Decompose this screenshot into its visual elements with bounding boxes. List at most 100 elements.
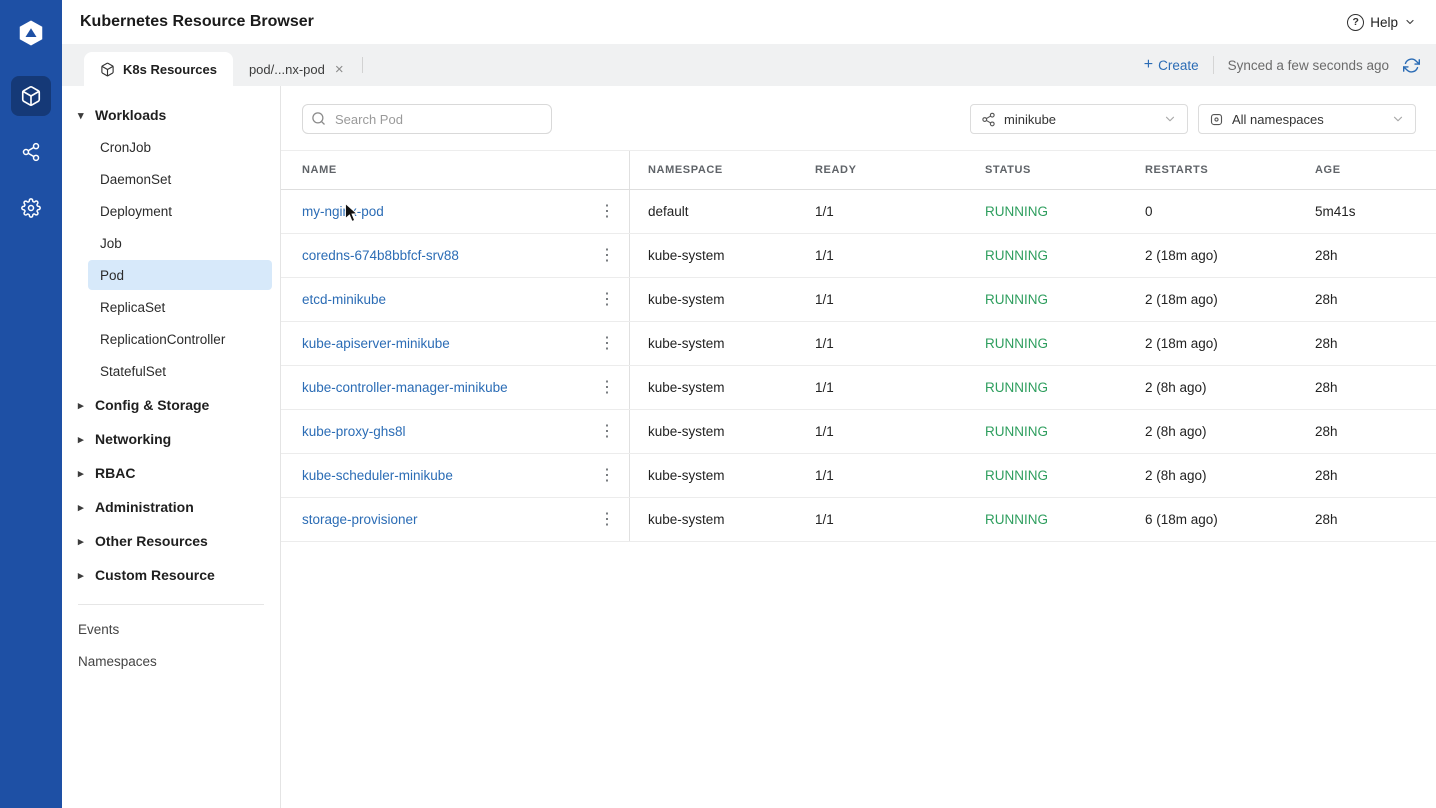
- tab-label: K8s Resources: [123, 62, 217, 77]
- sidebar-section-workloads[interactable]: ▾Workloads: [62, 98, 280, 132]
- chevron-down-icon: [1404, 16, 1416, 28]
- sidebar-section-networking[interactable]: ▸Networking: [62, 422, 280, 456]
- sidebar-item-replicationcontroller[interactable]: ReplicationController: [88, 324, 272, 354]
- rail-nav: [11, 76, 51, 228]
- cell-namespace: kube-system: [630, 366, 797, 409]
- search-box: [302, 104, 552, 134]
- column-header-status[interactable]: STATUS: [967, 151, 1127, 189]
- cell-namespace: kube-system: [630, 234, 797, 277]
- chevron-down-icon: [1391, 112, 1405, 126]
- cell-ready: 1/1: [797, 234, 967, 277]
- cell-status: RUNNING: [967, 410, 1127, 453]
- rail-item-clusters[interactable]: [11, 132, 51, 172]
- sidebar-section-label: Custom Resource: [95, 567, 215, 583]
- sidebar-item-statefulset[interactable]: StatefulSet: [88, 356, 272, 386]
- search-icon: [311, 111, 326, 126]
- table-row: kube-controller-manager-minikube ⋮ kube-sy…: [281, 366, 1436, 410]
- help-menu[interactable]: ? Help: [1347, 14, 1416, 31]
- cell-status: RUNNING: [967, 190, 1127, 233]
- app-logo[interactable]: [14, 16, 48, 50]
- sidebar-section-custom-resource[interactable]: ▸Custom Resource: [62, 558, 280, 592]
- pod-name-link[interactable]: kube-apiserver-minikube: [302, 336, 450, 351]
- cluster-icon: [21, 142, 41, 162]
- sidebar-section-rbac[interactable]: ▸RBAC: [62, 456, 280, 490]
- row-actions-kebab-icon[interactable]: ⋮: [595, 336, 619, 352]
- rail-item-settings[interactable]: [11, 188, 51, 228]
- triangle-right-icon: ▸: [78, 433, 88, 446]
- cluster-select[interactable]: minikube: [970, 104, 1188, 134]
- column-header-restarts[interactable]: RESTARTS: [1127, 151, 1297, 189]
- sidebar-item-cronjob[interactable]: CronJob: [88, 132, 272, 162]
- sidebar-section-administration[interactable]: ▸Administration: [62, 490, 280, 524]
- sidebar-item-replicaset[interactable]: ReplicaSet: [88, 292, 272, 322]
- sidebar-item-label: ReplicaSet: [100, 300, 165, 315]
- column-header-age[interactable]: AGE: [1297, 151, 1436, 189]
- row-actions-kebab-icon[interactable]: ⋮: [595, 512, 619, 528]
- sidebar-item-deployment[interactable]: Deployment: [88, 196, 272, 226]
- sidebar-item-daemonset[interactable]: DaemonSet: [88, 164, 272, 194]
- gear-icon: [21, 198, 41, 218]
- sidebar-section-other-resources[interactable]: ▸Other Resources: [62, 524, 280, 558]
- app-logo-icon: [16, 18, 46, 48]
- cell-namespace: kube-system: [630, 322, 797, 365]
- cell-age: 5m41s: [1297, 190, 1436, 233]
- cell-ready: 1/1: [797, 322, 967, 365]
- sidebar-item-label: CronJob: [100, 140, 151, 155]
- pod-name-link[interactable]: kube-controller-manager-minikube: [302, 380, 508, 395]
- content-area: ▾Workloads CronJob DaemonSetDeploymentJobP…: [62, 86, 1436, 808]
- pod-name-link[interactable]: coredns-674b8bbfcf-srv88: [302, 248, 459, 263]
- cell-ready: 1/1: [797, 278, 967, 321]
- column-header-namespace[interactable]: NAMESPACE: [630, 151, 797, 189]
- column-header-ready[interactable]: READY: [797, 151, 967, 189]
- cell-restarts: 2 (18m ago): [1127, 322, 1297, 365]
- cluster-icon: [981, 112, 996, 127]
- cell-name: etcd-minikube ⋮: [281, 278, 630, 321]
- cluster-select-value: minikube: [1004, 112, 1056, 127]
- pod-name-link[interactable]: kube-proxy-ghs8l: [302, 424, 406, 439]
- pod-name-link[interactable]: storage-provisioner: [302, 512, 418, 527]
- row-actions-kebab-icon[interactable]: ⋮: [595, 468, 619, 484]
- sync-refresh-icon[interactable]: [1403, 57, 1420, 74]
- left-rail: [0, 0, 62, 808]
- tab-pod-detail[interactable]: pod/...nx-pod ×: [233, 52, 362, 86]
- row-actions-kebab-icon[interactable]: ⋮: [595, 292, 619, 308]
- sidebar-item-events[interactable]: Events: [62, 613, 280, 645]
- namespace-select-value: All namespaces: [1232, 112, 1324, 127]
- cell-restarts: 0: [1127, 190, 1297, 233]
- namespace-select[interactable]: All namespaces: [1198, 104, 1416, 134]
- sidebar-section-config-storage[interactable]: ▸Config & Storage: [62, 388, 280, 422]
- sidebar-section-label: Administration: [95, 499, 194, 515]
- search-input[interactable]: [302, 104, 552, 134]
- sidebar-item-namespaces[interactable]: Namespaces: [62, 645, 280, 677]
- row-actions-kebab-icon[interactable]: ⋮: [595, 424, 619, 440]
- cell-restarts: 2 (8h ago): [1127, 454, 1297, 497]
- create-button[interactable]: + Create: [1144, 57, 1199, 73]
- cell-ready: 1/1: [797, 190, 967, 233]
- column-header-name[interactable]: NAME: [281, 151, 630, 189]
- sidebar-item-pod[interactable]: Pod: [88, 260, 272, 290]
- cell-restarts: 2 (8h ago): [1127, 410, 1297, 453]
- pod-name-link[interactable]: my-nginx-pod: [302, 204, 384, 219]
- table-row: storage-provisioner⋮kube-system1/1RUNNIN…: [281, 498, 1436, 542]
- sidebar-item-label: Events: [78, 622, 119, 637]
- sidebar-section-label: Other Resources: [95, 533, 208, 549]
- plus-icon: +: [1144, 57, 1153, 73]
- row-actions-kebab-icon[interactable]: ⋮: [595, 380, 619, 396]
- close-icon[interactable]: ×: [333, 62, 346, 77]
- resource-sidebar: ▾Workloads CronJob DaemonSetDeploymentJobP…: [62, 86, 281, 808]
- sidebar-section-label: Workloads: [95, 107, 166, 123]
- pod-name-link[interactable]: etcd-minikube: [302, 292, 386, 307]
- cell-status: RUNNING: [967, 278, 1127, 321]
- tab-label: pod/...nx-pod: [249, 62, 325, 77]
- divider: [1213, 56, 1214, 74]
- tab-k8s-resources[interactable]: K8s Resources: [84, 52, 233, 86]
- table-row: coredns-674b8bbfcf-srv88⋮kube-system1/1R…: [281, 234, 1436, 278]
- sidebar-item-job[interactable]: Job: [88, 228, 272, 258]
- cell-age: 28h: [1297, 278, 1436, 321]
- sidebar-item-label: ReplicationController: [100, 332, 225, 347]
- rail-item-resources[interactable]: [11, 76, 51, 116]
- row-actions-kebab-icon[interactable]: ⋮: [595, 248, 619, 264]
- pod-name-link[interactable]: kube-scheduler-minikube: [302, 468, 453, 483]
- tab-separator: [362, 57, 363, 73]
- row-actions-kebab-icon[interactable]: ⋮: [595, 204, 619, 220]
